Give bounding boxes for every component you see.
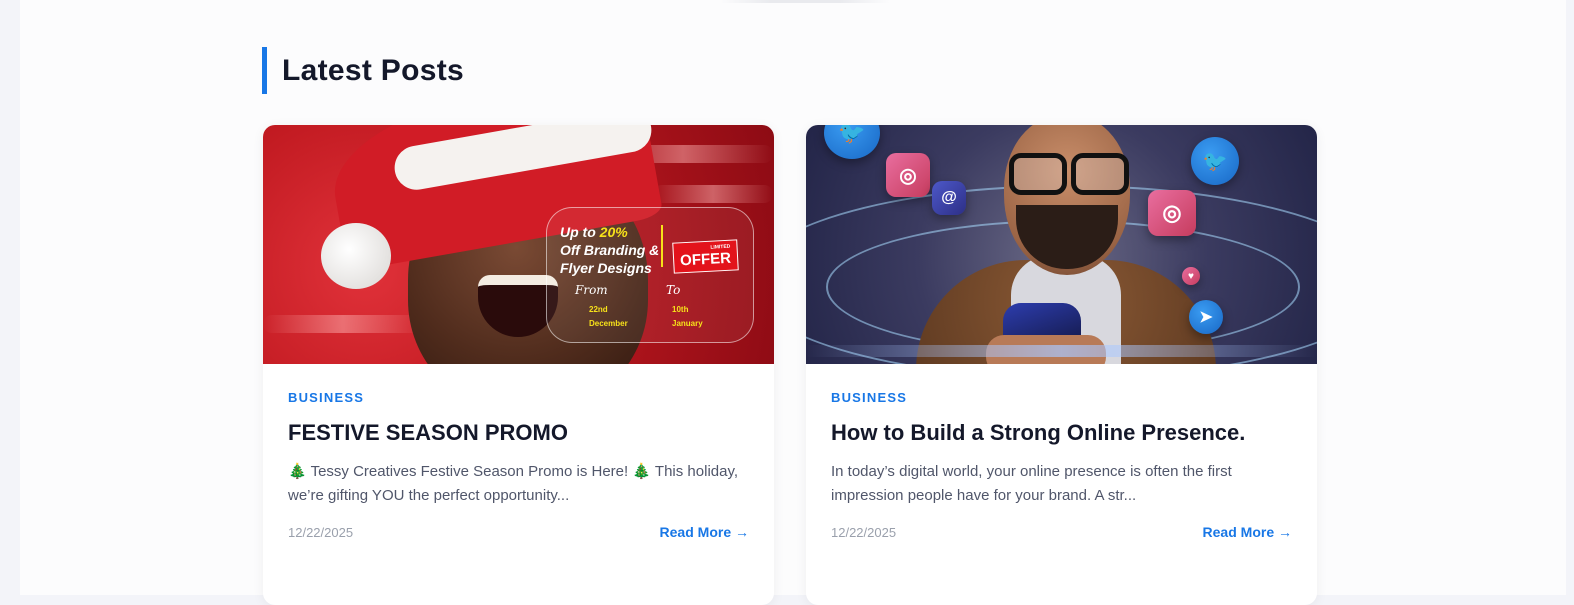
post-image[interactable]: Up to 20% Off Branding & Flyer Designs L… [263, 125, 774, 364]
twitter-icon: 🐦 [824, 125, 880, 159]
offer-line3: Flyer Designs [560, 260, 652, 276]
offer-badge-label: OFFER [679, 249, 732, 270]
from-script: From [575, 283, 608, 297]
post-title[interactable]: How to Build a Strong Online Presence. [831, 419, 1292, 447]
section-accent-bar [262, 47, 267, 94]
offer-line2: Off Branding & [560, 242, 660, 258]
offer-text: Up to 20% Off Branding & Flyer Designs [560, 223, 659, 277]
offer-divider [661, 225, 663, 267]
section-title: Latest Posts [282, 53, 464, 87]
post-card[interactable]: 🐦 ◎ @ 🐦 ◎ ♥ ➤ BUSINESS How to Build a St… [806, 125, 1317, 605]
post-card-body: BUSINESS FESTIVE SEASON PROMO 🎄 Tessy Cr… [288, 389, 749, 540]
bird-icon: ➤ [1189, 300, 1223, 334]
offer-line1-prefix: Up to [560, 224, 600, 240]
post-date: 12/22/2025 [831, 524, 897, 540]
post-excerpt: 🎄 Tessy Creatives Festive Season Promo i… [288, 463, 739, 504]
post-date: 12/22/2025 [288, 524, 354, 540]
santa-hat-pompom [321, 223, 391, 289]
post-category[interactable]: BUSINESS [288, 389, 749, 406]
instagram-icon: ◎ [886, 153, 930, 197]
post-card[interactable]: Up to 20% Off Branding & Flyer Designs L… [263, 125, 774, 605]
glasses-lens-left [1009, 153, 1067, 195]
from-date: 22nd December [589, 305, 628, 329]
post-image[interactable]: 🐦 ◎ @ 🐦 ◎ ♥ ➤ [806, 125, 1317, 364]
twitter-icon: 🐦 [1191, 137, 1239, 185]
instagram-icon: ◎ [1148, 190, 1196, 236]
post-meta: 12/22/2025 Read More → [831, 524, 1292, 540]
post-excerpt: In today’s digital world, your online pr… [831, 463, 1232, 504]
offer-badge: LIMITED OFFER [672, 239, 739, 274]
post-card-body: BUSINESS How to Build a Strong Online Pr… [831, 389, 1292, 540]
from-day: 22nd [589, 305, 608, 314]
motion-streak [653, 185, 773, 203]
top-divider [720, 0, 890, 3]
threads-icon: @ [932, 181, 966, 215]
post-title[interactable]: FESTIVE SEASON PROMO [288, 419, 749, 447]
read-more-link[interactable]: Read More → [1203, 524, 1292, 540]
from-month: December [589, 319, 628, 328]
heart-icon: ♥ [1182, 267, 1200, 285]
post-category[interactable]: BUSINESS [831, 389, 1292, 406]
to-day: 10th [672, 305, 689, 314]
read-more-link[interactable]: Read More → [660, 524, 749, 540]
to-month: January [672, 319, 703, 328]
to-script: To [666, 283, 681, 297]
section-header: Latest Posts [262, 47, 464, 94]
glasses-lens-right [1071, 153, 1129, 195]
post-meta: 12/22/2025 Read More → [288, 524, 749, 540]
light-glow [806, 345, 1317, 357]
motion-streak [263, 315, 423, 333]
offer-percentage: 20% [599, 224, 628, 240]
page-container: Latest Posts Up to 20% Off Branding & Fl… [20, 0, 1566, 605]
to-date: 10th January [672, 305, 703, 329]
